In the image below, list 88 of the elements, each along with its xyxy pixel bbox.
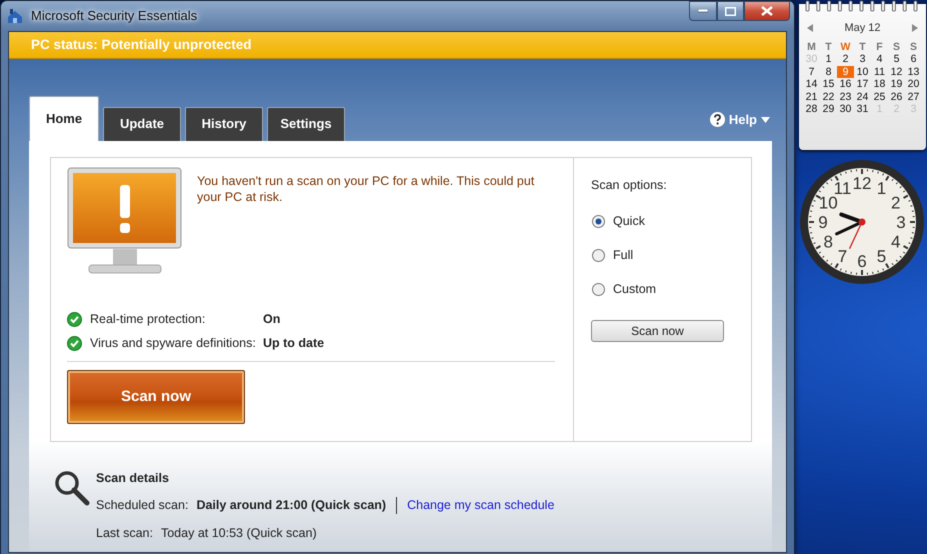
weekday-label: T: [824, 40, 833, 53]
calendar-day[interactable]: 14: [803, 78, 820, 90]
status-value: On: [263, 310, 280, 328]
caret-icon: [761, 116, 770, 123]
clock-numeral: 4: [891, 232, 900, 252]
maximize-icon: [725, 6, 736, 16]
calendar-day[interactable]: 7: [803, 66, 820, 78]
radio-button[interactable]: [592, 215, 605, 228]
calendar-day[interactable]: 5: [888, 53, 905, 66]
clock-numeral: 9: [818, 213, 828, 232]
calendar-day[interactable]: 2: [837, 53, 854, 66]
radio-option[interactable]: Custom: [592, 280, 735, 299]
calendar-day[interactable]: 8: [820, 66, 837, 78]
next-arrow-icon[interactable]: [912, 24, 918, 32]
calendar-day[interactable]: 23: [837, 90, 854, 103]
calendar-day[interactable]: 20: [905, 78, 922, 90]
weekday-label: M: [806, 40, 817, 53]
last-scan-value: Today at 10:53 (Quick scan): [160, 525, 317, 542]
weekday-label: S: [892, 40, 901, 53]
calendar-day[interactable]: 30: [837, 103, 854, 116]
calendar-day[interactable]: 1: [820, 53, 837, 66]
status-banner: PC status: Potentially unprotected: [9, 32, 786, 60]
calendar-day[interactable]: 25: [871, 90, 888, 103]
calendar-month: May 12: [844, 21, 881, 36]
close-button[interactable]: [744, 1, 790, 21]
weekday-label: F: [875, 40, 884, 53]
calendar-day[interactable]: 29: [820, 103, 837, 116]
calendar-day[interactable]: 22: [820, 90, 837, 103]
clock-numeral: 8: [824, 232, 833, 252]
calendar-day[interactable]: 31: [854, 103, 871, 116]
calendar-day[interactable]: 12: [888, 66, 905, 78]
weekday-label: W: [840, 40, 852, 53]
shield-house-icon: [7, 8, 23, 24]
calendar-day[interactable]: 27: [905, 90, 922, 103]
scan-now-button[interactable]: Scan now: [591, 320, 724, 342]
status-value: Up to date: [263, 335, 324, 352]
calendar-day[interactable]: 15: [820, 78, 837, 90]
calendar-day[interactable]: 19: [888, 78, 905, 90]
last-scan-label: Last scan:: [96, 525, 153, 542]
alert-message: You haven't run a scan on your PC for a while. This could put your PC at risk.: [197, 172, 536, 206]
search-icon: [54, 470, 90, 506]
clock-numeral: 5: [876, 246, 886, 266]
calendar-day[interactable]: 6: [905, 53, 922, 66]
close-icon: [761, 6, 773, 16]
scan-now-button[interactable]: Scan now: [67, 370, 245, 424]
calendar-day[interactable]: 13: [905, 66, 922, 78]
scan-options-label: Scan options:: [591, 176, 668, 194]
calendar-day[interactable]: 3: [854, 53, 871, 66]
calendar-day[interactable]: 10: [854, 66, 871, 78]
calendar-day[interactable]: 17: [854, 78, 871, 90]
clock-numeral: 1: [876, 179, 886, 198]
scheduled-scan-label: Scheduled scan:: [96, 497, 188, 514]
radio-button[interactable]: [592, 249, 605, 262]
status-label: Virus and spyware definitions:: [90, 335, 257, 352]
window-title: Microsoft Security Essentials: [31, 7, 198, 26]
clock-numeral: 6: [857, 252, 867, 271]
clock-numeral: 2: [891, 194, 900, 212]
minimize-icon: [698, 9, 708, 13]
calendar-day[interactable]: 24: [854, 90, 871, 103]
calendar-day[interactable]: 21: [803, 90, 820, 103]
weekday-label: S: [908, 40, 918, 53]
calendar-day[interactable]: 26: [888, 90, 905, 103]
calendar-day[interactable]: 16: [837, 78, 854, 90]
radio-button[interactable]: [592, 282, 605, 296]
status-label: Real-time protection:: [90, 310, 206, 328]
clock-numeral: 10: [818, 194, 838, 212]
change-schedule-link[interactable]: Change my scan schedule: [407, 496, 554, 516]
calendar-day[interactable]: 11: [871, 66, 888, 78]
clock-numeral: 7: [838, 246, 848, 266]
calendar-day[interactable]: 18: [871, 78, 888, 90]
tab[interactable]: Settings: [267, 106, 345, 141]
tab[interactable]: History: [185, 106, 263, 141]
maximize-button[interactable]: [717, 1, 744, 21]
help-menu[interactable]: Help: [704, 109, 776, 131]
calendar-day[interactable]: 4: [871, 53, 888, 66]
scan-details-heading: Scan details: [96, 470, 170, 487]
tab[interactable]: Home: [29, 96, 99, 141]
radio-option[interactable]: Full: [592, 246, 735, 265]
radio-option[interactable]: Quick: [592, 212, 735, 232]
help-icon: [710, 112, 725, 128]
tab[interactable]: Update: [103, 106, 181, 141]
scheduled-scan-value: Daily around 21:00 (Quick scan): [196, 497, 386, 514]
minimize-button[interactable]: [689, 1, 717, 21]
clock-numeral: 12: [852, 174, 872, 193]
weekday-label: T: [858, 40, 867, 53]
clock-numeral: 3: [896, 213, 906, 232]
previous-arrow-icon[interactable]: [807, 24, 813, 32]
calendar-day[interactable]: 28: [803, 103, 820, 116]
